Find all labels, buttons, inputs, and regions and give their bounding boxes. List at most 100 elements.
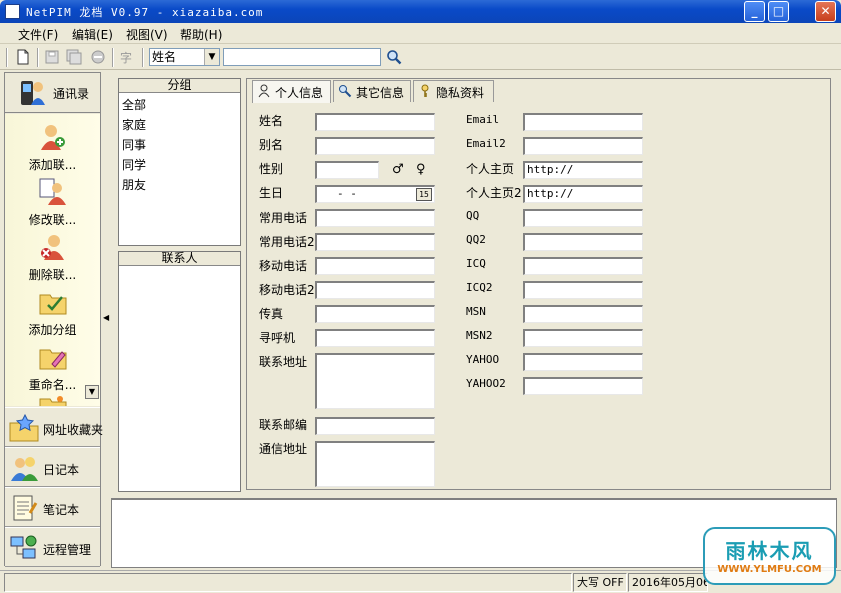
delete-icon[interactable] <box>90 49 106 65</box>
input-homepage2[interactable]: http:// <box>523 185 643 203</box>
input-email2[interactable] <box>523 137 643 155</box>
search-person-icon <box>339 85 352 98</box>
key-icon <box>421 84 429 97</box>
group-panel: 分组 全部 家庭 同事 同学 朋友 <box>118 78 241 246</box>
bookmark-folder-icon <box>9 413 39 442</box>
input-qq[interactable] <box>523 209 643 227</box>
input-phone2[interactable] <box>315 233 435 251</box>
toolbar-separator <box>142 48 144 67</box>
input-yahoo[interactable] <box>523 353 643 371</box>
input-msn2[interactable] <box>523 329 643 347</box>
minimize-button[interactable]: _ <box>744 1 765 22</box>
contact-list-panel[interactable]: 联系人 <box>118 251 241 492</box>
font-icon[interactable]: 字 <box>120 49 136 65</box>
input-birthday[interactable]: - - 15 <box>315 185 435 203</box>
input-icq2[interactable] <box>523 281 643 299</box>
group-panel-title: 分组 <box>119 79 240 93</box>
input-pager[interactable] <box>315 329 435 347</box>
person-icon <box>258 84 270 98</box>
nav-category-notebook[interactable]: 笔记本 <box>5 487 100 527</box>
menu-bar: 文件(F) 编辑(E) 视图(V) 帮助(H) <box>0 23 841 44</box>
app-icon <box>5 4 20 19</box>
search-field-select[interactable]: 姓名 ▼ <box>149 48 220 66</box>
label-pager: 寻呼机 <box>259 331 296 345</box>
input-yahoo2[interactable] <box>523 377 643 395</box>
label-email: Email <box>466 113 500 126</box>
label-homepage: 个人主页 <box>466 162 515 176</box>
add-group-icon <box>39 294 66 315</box>
calendar-button[interactable]: 15 <box>416 188 432 201</box>
nav-header-contacts[interactable]: 通讯录 <box>5 73 100 113</box>
input-mail-address[interactable] <box>315 441 435 487</box>
tab-other-info-label: 其它信息 <box>356 86 405 100</box>
input-msn[interactable] <box>523 305 643 323</box>
label-yahoo2: YAHOO2 <box>466 377 506 390</box>
toolbar-separator <box>112 48 114 67</box>
label-qq2: QQ2 <box>466 233 486 246</box>
input-name[interactable] <box>315 113 435 131</box>
search-input[interactable] <box>223 48 381 66</box>
group-item-colleagues[interactable]: 同事 <box>122 136 146 153</box>
label-icq: ICQ <box>466 257 486 270</box>
label-postcode: 联系邮编 <box>259 418 308 432</box>
label-name: 姓名 <box>259 114 284 128</box>
input-fax[interactable] <box>315 305 435 323</box>
chevron-down-icon[interactable]: ▼ <box>204 49 219 65</box>
status-caps: 大写 OFF <box>573 573 627 592</box>
tab-personal-info-label: 个人信息 <box>275 86 324 100</box>
nav-category-remote-label: 远程管理 <box>43 543 92 557</box>
nav-add-contact[interactable]: 添加联... <box>5 122 100 173</box>
input-address[interactable] <box>315 353 435 409</box>
input-phone[interactable] <box>315 209 435 227</box>
input-gender[interactable] <box>315 161 379 179</box>
female-radio[interactable]: ♀ <box>416 162 426 177</box>
nav-scroll-down-button[interactable]: ▼ <box>85 385 99 399</box>
splitter-handle[interactable]: ◀ <box>103 293 109 343</box>
status-date: 2016年05月06 <box>628 573 708 592</box>
nav-category-bookmarks-label: 网址收藏夹 <box>43 423 104 437</box>
maximize-button[interactable]: □ <box>768 1 789 22</box>
input-postcode[interactable] <box>315 417 435 435</box>
remote-management-icon <box>10 535 37 559</box>
input-alias[interactable] <box>315 137 435 155</box>
nav-edit-contact-label: 修改联... <box>28 213 77 227</box>
tab-private-info[interactable]: 隐私资料 <box>413 80 494 102</box>
input-homepage[interactable]: http:// <box>523 161 643 179</box>
nav-add-group[interactable]: 添加分组 <box>5 287 100 338</box>
search-icon[interactable] <box>386 49 402 65</box>
menu-view[interactable]: 视图(V) <box>126 26 168 43</box>
menu-file[interactable]: 文件(F) <box>18 26 58 43</box>
save-icon[interactable] <box>44 49 60 65</box>
group-item-family[interactable]: 家庭 <box>122 116 146 133</box>
nav-delete-contact[interactable]: 删除联... <box>5 232 100 283</box>
label-yahoo: YAHOO <box>466 353 500 366</box>
nav-edit-contact[interactable]: 修改联... <box>5 177 100 228</box>
nav-category-diary[interactable]: 日记本 <box>5 447 100 487</box>
input-qq2[interactable] <box>523 233 643 251</box>
close-button[interactable]: ✕ <box>815 1 836 22</box>
label-mobile: 移动电话 <box>259 259 308 273</box>
tab-other-info[interactable]: 其它信息 <box>333 80 411 102</box>
input-mobile2[interactable] <box>315 281 435 299</box>
input-mobile[interactable] <box>315 257 435 275</box>
watermark-title: 雨林木风 <box>725 539 814 563</box>
nav-panel: 通讯录 添加联... 修改联... 删除联... 添加分组 重命名... ▼ 网… <box>4 72 104 567</box>
nav-category-bookmarks[interactable]: 网址收藏夹 <box>5 407 104 447</box>
menu-edit[interactable]: 编辑(E) <box>72 26 113 43</box>
male-radio[interactable]: ♂ <box>392 162 404 177</box>
status-message <box>4 573 572 592</box>
group-item-all[interactable]: 全部 <box>122 96 146 113</box>
menu-help[interactable]: 帮助(H) <box>180 26 222 43</box>
add-contact-icon <box>40 125 65 150</box>
nav-category-remote[interactable]: 远程管理 <box>5 527 100 567</box>
toolbar-grip <box>6 48 8 67</box>
watermark-url: WWW.YLMFU.COM <box>717 564 822 575</box>
save-all-icon[interactable] <box>66 49 82 65</box>
group-item-friends[interactable]: 朋友 <box>122 176 146 193</box>
input-email[interactable] <box>523 113 643 131</box>
new-document-icon[interactable] <box>15 49 31 65</box>
tab-personal-info[interactable]: 个人信息 <box>252 80 331 103</box>
input-icq[interactable] <box>523 257 643 275</box>
group-item-classmates[interactable]: 同学 <box>122 156 146 173</box>
nav-add-group-label: 添加分组 <box>28 323 77 337</box>
